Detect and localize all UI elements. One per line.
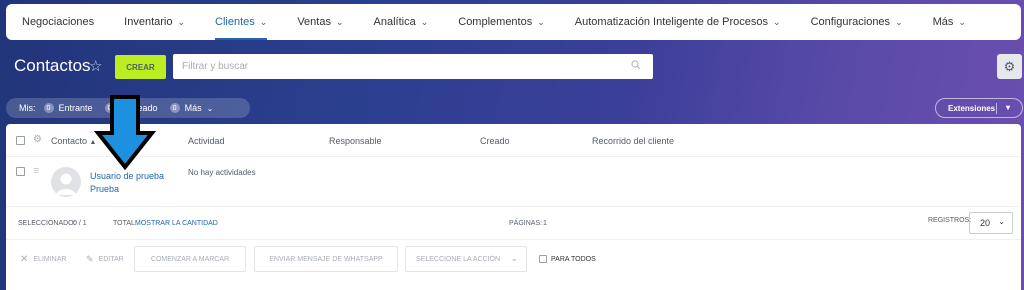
counter-mas[interactable]: 0 Más ⌄ xyxy=(169,103,214,113)
chevron-down-icon: ⌄ xyxy=(537,16,545,27)
action-select-value: SELECCIONE LA ACCIÓN xyxy=(416,255,501,263)
close-icon: ✕ xyxy=(20,254,29,265)
counters-label: Mis: xyxy=(19,103,36,113)
nav-label: Clientes xyxy=(215,16,255,28)
column-header-recorrido[interactable]: Recorrido del cliente xyxy=(592,136,674,146)
top-navigation: Negociaciones Inventario ⌄ Clientes ⌄ Vent… xyxy=(6,4,1021,40)
caret-down-icon[interactable]: ▾ xyxy=(1006,103,1010,112)
nav-label: Analítica xyxy=(373,16,416,28)
counter-entrante[interactable]: 0 Entrante xyxy=(43,103,93,113)
nav-label: Más xyxy=(932,16,954,28)
counter-label: Entrante xyxy=(58,103,93,113)
chevron-down-icon: ⌄ xyxy=(510,253,518,263)
table-header: ⚙ Contacto ▲ Actividad Responsable Cread… xyxy=(6,124,1021,157)
gear-icon: ⚙ xyxy=(1003,58,1016,74)
search-icon[interactable] xyxy=(631,60,641,73)
chevron-down-icon: ⌄ xyxy=(206,103,214,113)
extensions-label: Extensiones xyxy=(948,103,996,113)
pencil-icon: ✎ xyxy=(86,254,94,264)
contacts-grid: ⚙ Contacto ▲ Actividad Responsable Cread… xyxy=(6,124,1021,290)
nav-item-automatizacion[interactable]: Automatización Inteligente de Procesos ⌄ xyxy=(575,4,781,40)
action-select[interactable]: SELECCIONE LA ACCIÓN ⌄ xyxy=(405,246,527,272)
divider xyxy=(996,103,997,114)
row-checkbox[interactable] xyxy=(16,167,25,176)
gear-icon[interactable]: ⚙ xyxy=(33,134,42,145)
records-per-page-select[interactable]: 20 ⌄ xyxy=(969,212,1013,234)
for-all-checkbox[interactable] xyxy=(539,255,547,263)
show-count-link[interactable]: MOSTRAR LA CANTIDAD xyxy=(135,220,218,227)
annotation-arrow-icon xyxy=(93,95,157,173)
nav-label: Inventario xyxy=(124,16,173,28)
chevron-down-icon: ⌄ xyxy=(420,16,429,27)
extensions-button[interactable]: Extensiones ▾ xyxy=(935,98,1023,118)
activity-text: No hay actividades xyxy=(188,168,256,177)
pages-label: PÁGINAS: xyxy=(509,220,543,227)
pages-value: 1 xyxy=(543,220,547,227)
for-all-label: PARA TODOS xyxy=(551,255,596,263)
nav-item-configuraciones[interactable]: Configuraciones ⌄ xyxy=(811,4,903,40)
search-bar[interactable] xyxy=(173,54,653,79)
edit-label: EDITAR xyxy=(98,256,124,263)
nav-item-analitica[interactable]: Analítica ⌄ xyxy=(374,4,429,40)
column-header-contacto[interactable]: Contacto ▲ xyxy=(51,136,96,146)
counter-badge: 0 xyxy=(43,103,54,113)
nav-label: Ventas xyxy=(297,16,331,28)
chevron-down-icon: ⌄ xyxy=(958,16,966,27)
chevron-down-icon: ⌄ xyxy=(895,16,903,27)
nav-label: Complementos xyxy=(458,16,533,28)
records-value: 20 xyxy=(980,218,991,228)
counter-label: Más xyxy=(184,103,202,113)
nav-item-complementos[interactable]: Complementos ⌄ xyxy=(458,4,545,40)
delete-button[interactable]: ✕ ELIMINAR xyxy=(20,254,66,265)
select-all-checkbox[interactable] xyxy=(16,136,25,145)
nav-label: Configuraciones xyxy=(810,16,891,28)
edit-button[interactable]: ✎ EDITAR xyxy=(86,254,124,265)
selected-label: SELECCIONADO: xyxy=(18,220,76,227)
chevron-down-icon: ⌄ xyxy=(335,16,344,27)
nav-item-inventario[interactable]: Inventario ⌄ xyxy=(124,4,185,40)
create-button[interactable]: CREAR xyxy=(115,55,166,79)
delete-label: ELIMINAR xyxy=(33,256,67,263)
nav-label: Automatización Inteligente de Procesos xyxy=(574,16,769,28)
start-dial-button[interactable]: COMENZAR A MARCAR xyxy=(134,246,246,272)
search-input[interactable] xyxy=(182,61,612,72)
action-panel: ✕ ELIMINAR ✎ EDITAR COMENZAR A MARCAR EN… xyxy=(6,240,1021,278)
grid-footer: SELECCIONADO: 0 / 1 TOTAL: MOSTRAR LA CA… xyxy=(6,207,1021,240)
star-icon[interactable]: ☆ xyxy=(89,57,102,75)
column-header-responsable[interactable]: Responsable xyxy=(329,136,382,146)
nav-item-clientes[interactable]: Clientes ⌄ xyxy=(215,4,268,40)
page-title: Contactos xyxy=(14,56,91,75)
selected-value: 0 / 1 xyxy=(73,220,87,227)
for-all-toggle[interactable]: PARA TODOS xyxy=(539,255,596,263)
nav-item-ventas[interactable]: Ventas ⌄ xyxy=(297,4,343,40)
column-header-creado[interactable]: Creado xyxy=(480,136,510,146)
nav-label: Negociaciones xyxy=(22,16,95,28)
column-header-actividad[interactable]: Actividad xyxy=(188,136,225,146)
settings-button[interactable]: ⚙ xyxy=(997,54,1022,79)
counter-badge: 0 xyxy=(169,103,180,113)
chevron-down-icon: ⌄ xyxy=(998,217,1005,226)
drag-handle-icon[interactable]: ≡ xyxy=(33,165,39,177)
whatsapp-button[interactable]: ENVIAR MENSAJE DE WHATSAPP xyxy=(254,246,398,272)
table-row[interactable]: ≡ Usuario de prueba Prueba No hay activi… xyxy=(6,157,1021,207)
chevron-down-icon: ⌄ xyxy=(177,16,186,27)
total-label: TOTAL: xyxy=(113,220,137,227)
company-link[interactable]: Prueba xyxy=(90,184,119,194)
column-label: Contacto xyxy=(51,136,88,146)
nav-item-mas[interactable]: Más ⌄ xyxy=(933,4,966,40)
records-label: REGISTROS: xyxy=(928,217,972,224)
avatar xyxy=(51,167,81,197)
chevron-down-icon: ⌄ xyxy=(773,16,781,27)
chevron-down-icon: ⌄ xyxy=(259,16,268,27)
nav-item-negociaciones[interactable]: Negociaciones xyxy=(22,4,94,40)
